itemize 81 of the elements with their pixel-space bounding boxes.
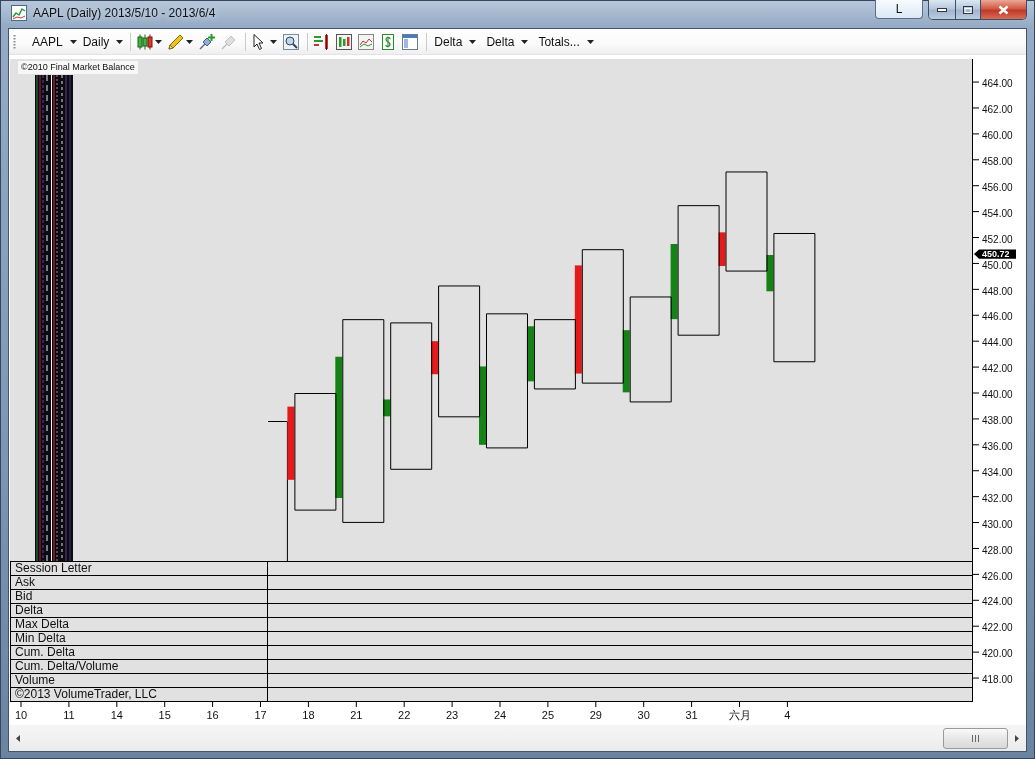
caret-icon (155, 39, 163, 44)
y-axis-label: 462.00 (982, 104, 1013, 116)
y-axis-label: 432.00 (982, 492, 1013, 504)
candles-icon (137, 33, 154, 50)
bars-chart-icon (314, 33, 331, 50)
x-axis-label: 14 (110, 709, 123, 721)
x-axis-label: 六月 (728, 709, 751, 721)
symbol-dropdown[interactable]: AAPL (29, 30, 80, 53)
y-axis-label: 456.00 (982, 181, 1013, 193)
y-axis-label: 418.00 (982, 674, 1013, 686)
zoom-icon (283, 33, 300, 50)
x-axis-label: 4 (784, 709, 791, 721)
x-axis-label: 11 (63, 709, 75, 721)
scroll-left-icon[interactable] (16, 734, 20, 742)
window-title: AAPL (Daily) 2013/5/10 - 2013/6/4 (33, 5, 216, 21)
caret-icon (521, 39, 529, 44)
maximize-icon (963, 5, 973, 14)
x-axis-label: 23 (446, 709, 459, 721)
y-axis-label: 424.00 (982, 596, 1013, 608)
y-axis-label: 438.00 (982, 415, 1013, 427)
caret-icon (116, 39, 124, 44)
caret-icon (186, 39, 194, 44)
y-axis-label: 426.00 (982, 570, 1013, 582)
x-axis-label: 21 (350, 709, 363, 721)
pencil-icon (168, 33, 185, 50)
caret-icon (69, 39, 77, 44)
interval-dropdown[interactable]: Daily (79, 30, 127, 53)
x-axis-label: 31 (685, 709, 698, 721)
x-axis-label: 18 (302, 709, 315, 721)
last-price-tag: 450.72 (974, 249, 1016, 260)
candlestick-chart-icon (336, 33, 353, 50)
y-axis-label: 454.00 (982, 207, 1013, 219)
y-axis-label: 442.00 (982, 363, 1013, 375)
scroll-right-icon[interactable] (1015, 734, 1019, 742)
x-axis-label: 22 (398, 709, 411, 721)
y-axis-label: 430.00 (982, 518, 1013, 530)
y-axis-label: 464.00 (982, 78, 1013, 90)
copyright-label: ©2010 Final Market Balance (18, 61, 138, 74)
pin-plus-icon (199, 33, 216, 50)
maximize-button[interactable] (955, 0, 980, 19)
x-axis-label: 16 (206, 709, 219, 721)
scrollbar-thumb[interactable] (943, 727, 1008, 749)
y-axis-label: 458.00 (982, 156, 1013, 167)
indicator-dropdown[interactable]: Delta (431, 30, 480, 53)
caret-icon (469, 39, 477, 44)
y-axis-label: 440.00 (982, 389, 1013, 401)
minimize-button[interactable] (929, 0, 955, 19)
y-axis-label: 452.00 (982, 233, 1013, 245)
y-axis-label: 422.00 (982, 622, 1013, 634)
close-button[interactable] (980, 0, 1026, 19)
y-axis-label: 444.00 (982, 337, 1013, 349)
chart-app-icon (11, 5, 27, 21)
window-layout-icon (402, 33, 419, 50)
y-axis-label: 448.00 (982, 285, 1013, 297)
x-axis-label: 15 (158, 709, 171, 721)
indicator-dropdown[interactable]: Totals... (535, 30, 597, 53)
close-icon (998, 4, 1009, 15)
y-axis-label: 434.00 (982, 466, 1013, 478)
x-axis-label: 10 (14, 709, 28, 721)
x-axis-label: 25 (541, 709, 555, 721)
pin-icon (221, 33, 238, 50)
y-axis-label: 428.00 (982, 544, 1013, 556)
x-axis-label: 29 (589, 709, 602, 721)
y-axis-label: 446.00 (982, 311, 1013, 323)
indicator-dropdown[interactable]: Delta (483, 30, 532, 53)
toolbar-grip-icon[interactable] (13, 32, 16, 51)
x-axis-label: 30 (637, 709, 650, 721)
x-axis-label: 17 (254, 709, 267, 721)
y-axis-label: 420.00 (982, 648, 1013, 660)
y-axis-label: 436.00 (982, 441, 1013, 453)
horizontal-scrollbar[interactable] (9, 724, 1026, 751)
y-axis-label: 450.00 (982, 259, 1013, 271)
grip-icon (972, 734, 979, 742)
y-axis-label: 460.00 (982, 130, 1013, 142)
title-bar-button[interactable]: L (875, 0, 923, 19)
x-axis-label: 24 (493, 709, 507, 721)
caret-icon (270, 39, 278, 44)
line-chart-icon (358, 33, 375, 50)
minimize-icon (937, 7, 947, 12)
dollar-document-icon (380, 33, 397, 50)
caret-icon (586, 39, 594, 44)
